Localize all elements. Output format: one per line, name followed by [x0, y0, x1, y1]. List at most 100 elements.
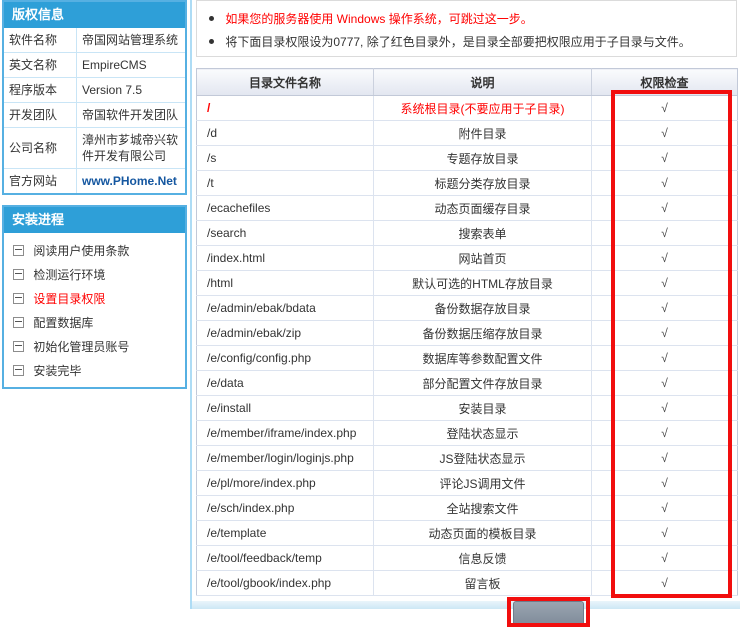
copyright-row-value: 漳州市芗城帝兴软件开发有限公司	[77, 128, 186, 169]
description-cell: 评论JS调用文件	[374, 471, 592, 496]
description-cell: 留言板	[374, 571, 592, 596]
install-progress-item[interactable]: 检测运行环境	[13, 262, 181, 286]
tree-collapse-icon	[13, 317, 24, 328]
directory-path-cell: /e/pl/more/index.php	[197, 471, 374, 496]
permission-check-cell: √	[592, 571, 738, 596]
copyright-row-value[interactable]: www.PHome.Net	[77, 169, 186, 194]
permissions-table: 目录文件名称 说明 权限检查 / 系统根目录(不要应用于子目录) √ /d 附件…	[196, 68, 738, 596]
bullet-icon	[209, 39, 214, 44]
table-row: /e/admin/ebak/bdata 备份数据存放目录 √	[197, 296, 738, 321]
permission-check-cell: √	[592, 446, 738, 471]
description-cell: 登陆状态显示	[374, 421, 592, 446]
table-row: /e/member/login/loginjs.php JS登陆状态显示 √	[197, 446, 738, 471]
table-row: /search 搜索表单 √	[197, 221, 738, 246]
tree-collapse-icon	[13, 245, 24, 256]
install-progress-panel: 安装进程 阅读用户使用条款 检测运行环境 设置目录权限 配置数据库 初始化管理员…	[2, 205, 187, 389]
permission-check-cell: √	[592, 171, 738, 196]
permission-check-cell: √	[592, 296, 738, 321]
install-progress-item-label: 配置数据库	[33, 316, 93, 330]
directory-path-cell: /e/admin/ebak/bdata	[197, 296, 374, 321]
copyright-row: 官方网站 www.PHome.Net	[4, 169, 185, 194]
table-row: /e/template 动态页面的模板目录 √	[197, 521, 738, 546]
permission-check-cell: √	[592, 96, 738, 121]
copyright-row: 软件名称 帝国网站管理系统	[4, 28, 185, 53]
table-row: /e/member/iframe/index.php 登陆状态显示 √	[197, 421, 738, 446]
install-progress-item[interactable]: 安装完毕	[13, 358, 181, 382]
directory-path-cell: /s	[197, 146, 374, 171]
next-step-button[interactable]	[513, 601, 584, 627]
tree-collapse-icon	[13, 269, 24, 280]
column-header-directory: 目录文件名称	[197, 69, 374, 96]
permission-check-cell: √	[592, 346, 738, 371]
permission-check-cell: √	[592, 271, 738, 296]
copyright-row-label: 程序版本	[4, 78, 77, 103]
permission-check-cell: √	[592, 521, 738, 546]
table-row: /e/pl/more/index.php 评论JS调用文件 √	[197, 471, 738, 496]
description-cell: 动态页面的模板目录	[374, 521, 592, 546]
permission-check-cell: √	[592, 246, 738, 271]
install-progress-item[interactable]: 初始化管理员账号	[13, 334, 181, 358]
permission-check-cell: √	[592, 396, 738, 421]
tree-collapse-icon	[13, 341, 24, 352]
directory-path-cell: /e/config/config.php	[197, 346, 374, 371]
directory-path-cell: /e/member/iframe/index.php	[197, 421, 374, 446]
directory-path-cell: /e/install	[197, 396, 374, 421]
description-cell: 专题存放目录	[374, 146, 592, 171]
table-row: /d 附件目录 √	[197, 121, 738, 146]
install-progress-item-label: 安装完毕	[33, 364, 81, 378]
permission-check-cell: √	[592, 221, 738, 246]
description-cell: 搜索表单	[374, 221, 592, 246]
bullet-icon	[209, 16, 214, 21]
instruction-text: 如果您的服务器使用 Windows 操作系统，可跳过这一步。	[225, 12, 532, 26]
instructions-box: 如果您的服务器使用 Windows 操作系统，可跳过这一步。 将下面目录权限设为…	[196, 0, 737, 57]
table-row: /html 默认可选的HTML存放目录 √	[197, 271, 738, 296]
description-cell: 标题分类存放目录	[374, 171, 592, 196]
tree-collapse-icon	[13, 365, 24, 376]
directory-path-cell: /index.html	[197, 246, 374, 271]
instruction-text: 将下面目录权限设为0777, 除了红色目录外，是目录全部要把权限应用于子目录与文…	[225, 35, 690, 49]
empirecms-install-page: { "colors": { "accent_blue": "#2E9FD8", …	[0, 0, 740, 609]
table-row: /e/tool/gbook/index.php 留言板 √	[197, 571, 738, 596]
description-cell: 附件目录	[374, 121, 592, 146]
permission-check-cell: √	[592, 196, 738, 221]
instruction-item: 将下面目录权限设为0777, 除了红色目录外，是目录全部要把权限应用于子目录与文…	[209, 31, 736, 54]
directory-path-cell: /e/tool/gbook/index.php	[197, 571, 374, 596]
column-header-description: 说明	[374, 69, 592, 96]
permissions-table-header-row: 目录文件名称 说明 权限检查	[197, 69, 738, 96]
copyright-row-label: 英文名称	[4, 53, 77, 78]
copyright-row-value: Version 7.5	[77, 78, 186, 103]
directory-path-cell: /e/template	[197, 521, 374, 546]
install-progress-item-label: 检测运行环境	[33, 268, 105, 282]
table-row: /e/install 安装目录 √	[197, 396, 738, 421]
copyright-row-label: 官方网站	[4, 169, 77, 194]
description-cell: 全站搜索文件	[374, 496, 592, 521]
table-row: /e/config/config.php 数据库等参数配置文件 √	[197, 346, 738, 371]
table-row: /index.html 网站首页 √	[197, 246, 738, 271]
table-row: /ecachefiles 动态页面缓存目录 √	[197, 196, 738, 221]
copyright-panel: 版权信息 软件名称 帝国网站管理系统 英文名称 EmpireCMS 程序版本 V…	[2, 0, 187, 195]
footer-bar	[192, 601, 740, 609]
install-progress-item-label: 设置目录权限	[33, 292, 105, 306]
copyright-row-label: 软件名称	[4, 28, 77, 53]
copyright-table-body: 软件名称 帝国网站管理系统 英文名称 EmpireCMS 程序版本 Versio…	[4, 28, 185, 193]
copyright-row: 公司名称 漳州市芗城帝兴软件开发有限公司	[4, 128, 185, 169]
description-cell: 动态页面缓存目录	[374, 196, 592, 221]
directory-path-cell: /e/data	[197, 371, 374, 396]
description-cell: JS登陆状态显示	[374, 446, 592, 471]
permission-check-cell: √	[592, 321, 738, 346]
install-progress-item[interactable]: 设置目录权限	[13, 286, 181, 310]
table-row: /s 专题存放目录 √	[197, 146, 738, 171]
copyright-row: 开发团队 帝国软件开发团队	[4, 103, 185, 128]
permission-check-cell: √	[592, 146, 738, 171]
description-cell: 数据库等参数配置文件	[374, 346, 592, 371]
install-progress-item[interactable]: 阅读用户使用条款	[13, 238, 181, 262]
description-cell: 系统根目录(不要应用于子目录)	[374, 96, 592, 121]
install-progress-item[interactable]: 配置数据库	[13, 310, 181, 334]
permission-check-cell: √	[592, 471, 738, 496]
table-row: /e/admin/ebak/zip 备份数据压缩存放目录 √	[197, 321, 738, 346]
directory-path-cell: /t	[197, 171, 374, 196]
directory-path-cell: /e/member/login/loginjs.php	[197, 446, 374, 471]
directory-path-cell: /e/sch/index.php	[197, 496, 374, 521]
permissions-table-body: / 系统根目录(不要应用于子目录) √ /d 附件目录 √ /s 专题存放目录 …	[197, 96, 738, 596]
description-cell: 备份数据存放目录	[374, 296, 592, 321]
